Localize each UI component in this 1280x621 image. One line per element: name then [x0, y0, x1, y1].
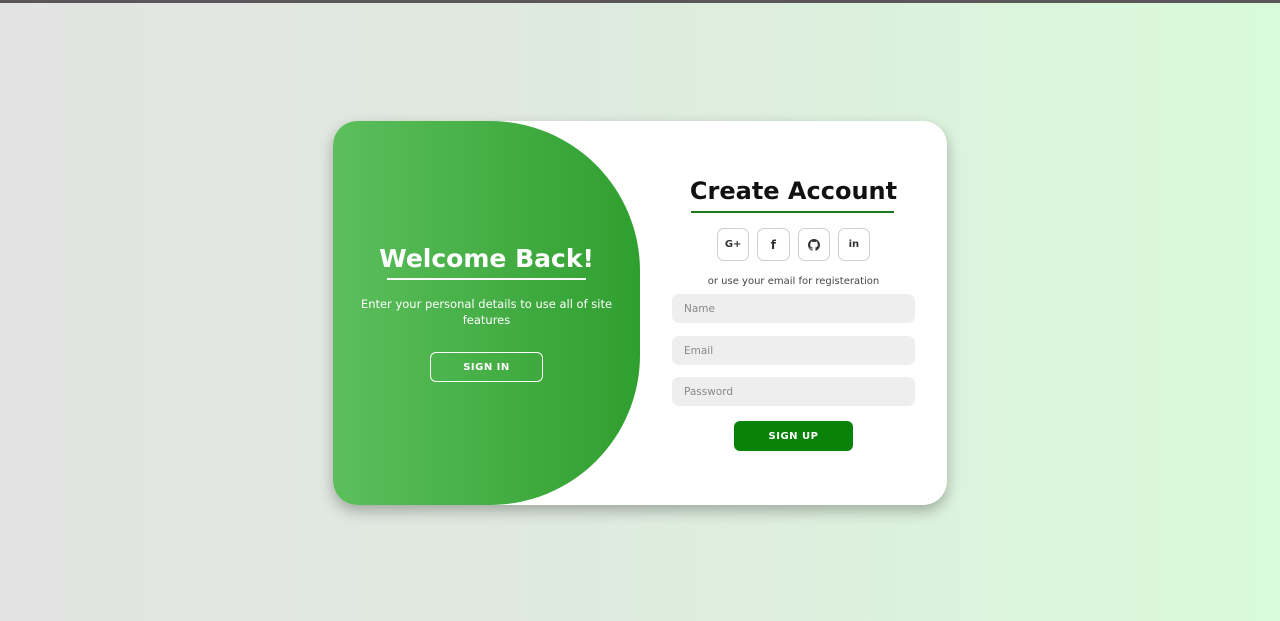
create-account-panel: Create Account G+ f in or use your email…	[640, 121, 947, 505]
welcome-title-underline	[387, 278, 586, 280]
linkedin-icon: in	[848, 239, 860, 250]
name-input[interactable]	[672, 294, 915, 323]
github-button[interactable]	[797, 228, 830, 261]
welcome-title: Welcome Back!	[379, 244, 594, 273]
facebook-icon: f	[770, 237, 776, 252]
window-top-border	[0, 0, 1280, 3]
create-account-title-underline	[691, 211, 894, 213]
create-account-title: Create Account	[689, 177, 898, 205]
linkedin-button[interactable]: in	[837, 228, 870, 261]
facebook-button[interactable]: f	[757, 228, 790, 261]
email-registration-hint: or use your email for registeration	[707, 276, 880, 287]
google-plus-button[interactable]: G+	[717, 228, 750, 261]
auth-card: Welcome Back! Enter your personal detail…	[333, 121, 947, 505]
password-input[interactable]	[672, 377, 915, 406]
social-login-row: G+ f in	[717, 228, 870, 261]
google-plus-icon: G+	[724, 239, 742, 250]
sign-in-button[interactable]: SIGN IN	[430, 352, 543, 382]
welcome-panel: Welcome Back! Enter your personal detail…	[333, 121, 640, 505]
welcome-description: Enter your personal details to use all o…	[360, 297, 613, 327]
github-icon	[807, 238, 820, 251]
email-input[interactable]	[672, 336, 915, 365]
sign-up-button[interactable]: SIGN UP	[734, 421, 853, 451]
